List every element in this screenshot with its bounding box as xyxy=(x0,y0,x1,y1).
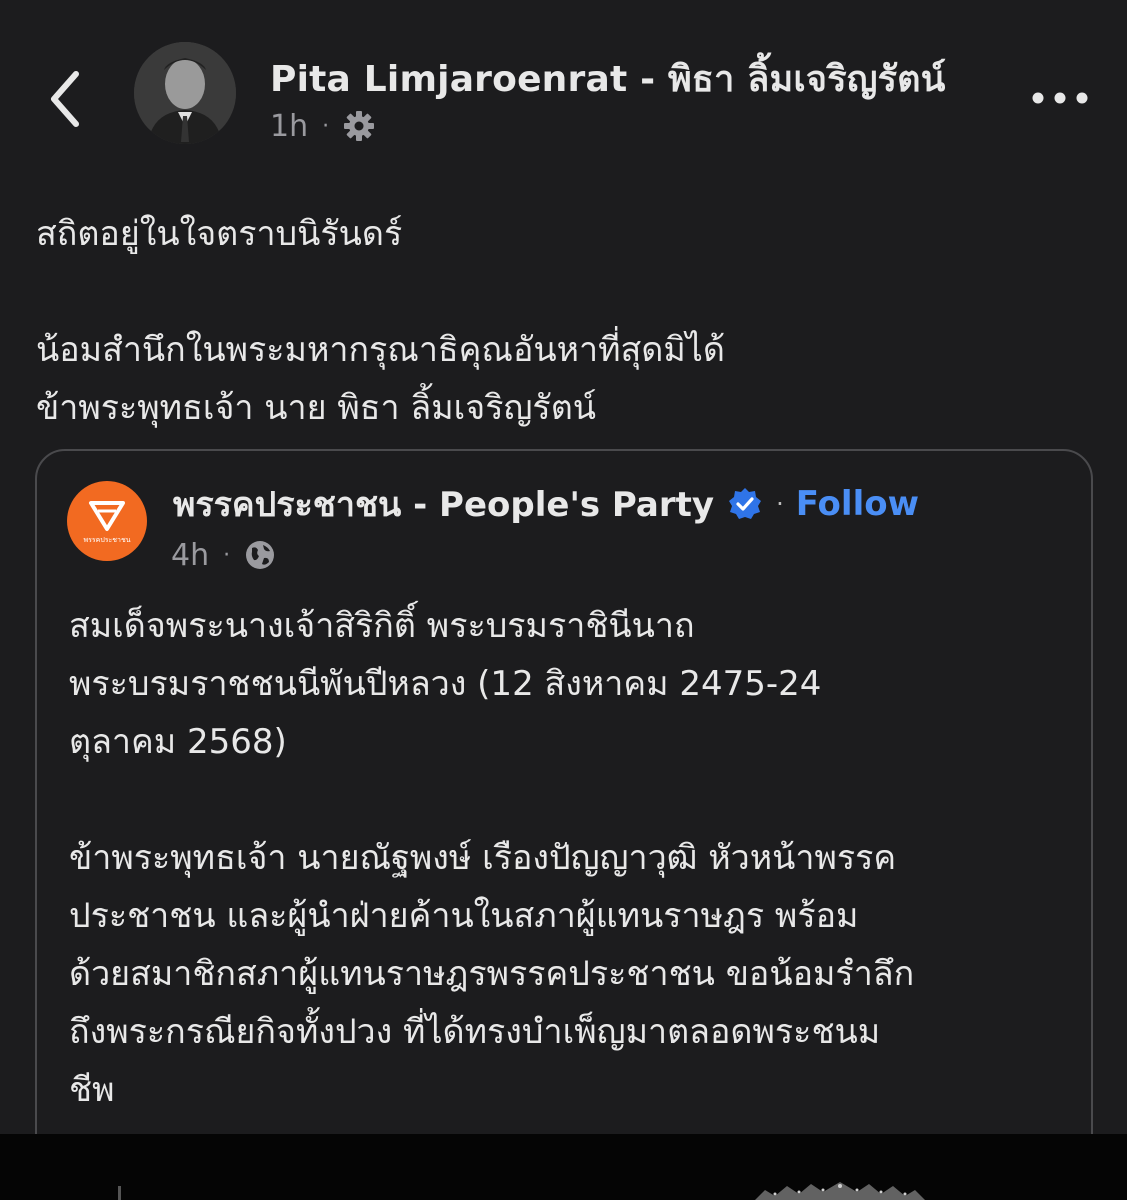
more-horizontal-icon xyxy=(1032,92,1088,104)
page-logo[interactable]: พรรคประชาชน xyxy=(67,481,147,561)
shared-line: ถึงพระกรณียกิจทั้งปวง ที่ได้ทรงบำเพ็ญมาต… xyxy=(69,1012,881,1052)
author-photo xyxy=(134,42,236,144)
shared-post-meta: 4h · xyxy=(171,535,276,575)
shared-post-text: สมเด็จพระนางเจ้าสิริกิติ์ พระบรมราชินีนา… xyxy=(69,597,1079,1119)
chevron-left-icon xyxy=(51,71,79,127)
post-detail-screen: Pita Limjaroenrat - พิธา ลิ้มเจริญรัตน์ … xyxy=(0,0,1127,1200)
shared-line: ชีพ xyxy=(69,1070,115,1110)
verified-badge-icon xyxy=(729,488,762,519)
shared-page-name[interactable]: พรรคประชาชน - People's Party xyxy=(173,477,714,531)
back-button[interactable] xyxy=(42,64,92,134)
shared-post-time: 4h xyxy=(171,537,210,573)
author-name[interactable]: Pita Limjaroenrat - พิธา ลิ้มเจริญรัตน์ xyxy=(270,50,946,107)
image-detail xyxy=(118,1186,121,1200)
post-meta: 1h · xyxy=(270,106,375,146)
shared-line: สมเด็จพระนางเจ้าสิริกิติ์ พระบรมราชินีนา… xyxy=(69,606,695,646)
shared-line: พระบรมราชชนนีพันปีหลวง (12 สิงหาคม 2475-… xyxy=(69,664,822,704)
shared-line: ด้วยสมาชิกสภาผู้แทนราษฎรพรรคประชาชน ขอน้… xyxy=(69,954,915,994)
follow-button[interactable]: Follow xyxy=(796,484,919,524)
post-header: Pita Limjaroenrat - พิธา ลิ้มเจริญรัตน์ … xyxy=(0,0,1127,180)
globe-icon xyxy=(246,541,275,569)
header-separator: · xyxy=(776,490,784,518)
post-line: น้อมสำนึกในพระมหากรุณาธิคุณอันหาที่สุดมิ… xyxy=(36,330,725,370)
more-options-button[interactable] xyxy=(1030,86,1090,110)
meta-separator: · xyxy=(322,113,330,139)
meta-separator: · xyxy=(223,542,231,568)
shared-post-image[interactable] xyxy=(0,1134,1127,1200)
post-text: สถิตอยู่ในใจตราบนิรันดร์ น้อมสำนึกในพระม… xyxy=(36,205,1096,437)
shared-line: ประชาชน และผู้นำฝ่ายค้านในสภาผู้แทนราษฎร… xyxy=(69,896,859,936)
shared-post-card[interactable]: พรรคประชาชน พรรคประชาชน - People's Party… xyxy=(35,449,1093,1169)
post-line: สถิตอยู่ในใจตราบนิรันดร์ xyxy=(36,214,403,254)
crown-ornament-image xyxy=(755,1182,925,1200)
shared-line: ข้าพระพุทธเจ้า นายณัฐพงษ์ เรืองปัญญาวุฒิ… xyxy=(69,838,897,878)
shared-line: ตุลาคม 2568) xyxy=(69,722,287,762)
logo-caption: พรรคประชาชน xyxy=(83,536,131,544)
shared-page-header: พรรคประชาชน - People's Party · Follow xyxy=(173,481,919,527)
party-logo-icon xyxy=(89,501,125,531)
post-line: ข้าพระพุทธเจ้า นาย พิธา ลิ้มเจริญรัตน์ xyxy=(36,388,597,428)
gear-icon xyxy=(344,111,375,141)
post-time: 1h xyxy=(270,108,309,144)
author-avatar[interactable] xyxy=(134,42,236,144)
